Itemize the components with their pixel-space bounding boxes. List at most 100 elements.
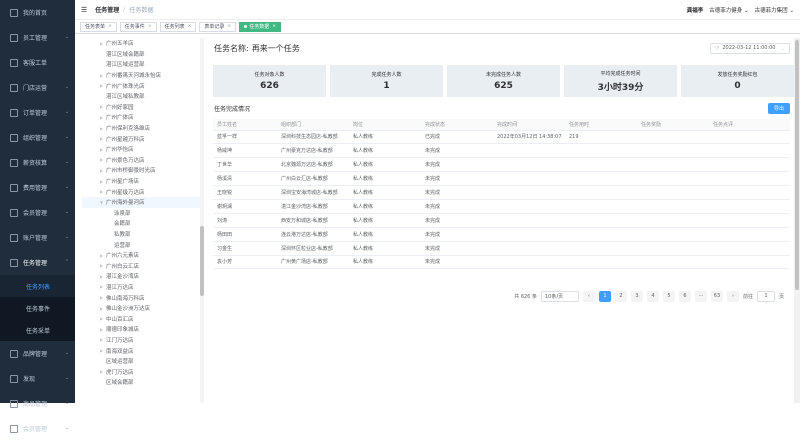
sidebar-item-salary[interactable]: 薪资核算 ⌄: [0, 150, 75, 175]
tree-node[interactable]: ▶ 佛山金沙洲万达店: [82, 303, 200, 314]
next-page-button[interactable]: ›: [726, 290, 739, 302]
sidebar-sub-task-forms[interactable]: 任务采单: [0, 319, 75, 341]
table-row[interactable]: 杨溪清 广州白云汇店-私教部 私人教练 未完成: [213, 171, 790, 187]
tree-node[interactable]: 区域运营部: [82, 356, 200, 367]
table-row[interactable]: 刘涛 西安万和城店-私教部 私人教练 未完成: [213, 213, 790, 228]
col-header[interactable]: 完成状态: [421, 119, 493, 131]
page-button-6[interactable]: 6: [678, 290, 691, 302]
col-header[interactable]: 任务用时: [565, 119, 637, 131]
page-button-2[interactable]: 2: [614, 290, 627, 302]
sidebar-item-member[interactable]: 会员管理 ⌄: [0, 200, 75, 225]
tree-node[interactable]: ▶ 湛江金沙湾店: [82, 271, 200, 282]
tree-node[interactable]: ▶ 广州好家园: [82, 102, 200, 113]
sidebar-item-expense[interactable]: 费用管理 ⌄: [0, 175, 75, 200]
close-icon[interactable]: ×: [227, 23, 231, 31]
tree-node[interactable]: 泳泉部: [82, 208, 200, 219]
tree-node[interactable]: ▶ 中山百汇店: [82, 313, 200, 324]
page-button-63[interactable]: 63: [710, 290, 723, 302]
table-row[interactable]: 丁世华 北京魏源万达店-私教部 私人教练 未完成: [213, 157, 790, 173]
close-icon[interactable]: ×: [108, 23, 112, 31]
table-row[interactable]: 蓝孚一样 深圳科技生态园店-私教部 私人教练 已完成 2022年03月12日 14:38…: [213, 130, 790, 145]
prev-page-button[interactable]: ‹: [582, 290, 595, 302]
sidebar-item-member2[interactable]: 会员管理 ⌄: [0, 416, 75, 441]
goto-page-input[interactable]: 1: [756, 290, 775, 302]
sidebar-item-discover[interactable]: 发现 ⌄: [0, 366, 75, 391]
tree-scrollbar-thumb[interactable]: [200, 226, 204, 296]
sidebar-item-home[interactable]: 我的首页: [0, 0, 75, 25]
tree-node[interactable]: ▶ 佛山南海万科店: [82, 292, 200, 303]
sidebar-item-brand[interactable]: 品牌管理 ⌄: [0, 341, 75, 366]
sidebar-item-tickets[interactable]: 客服工单: [0, 50, 75, 75]
tree-scrollbar[interactable]: [200, 38, 204, 403]
org-switcher-1[interactable]: 古德菲力健身 ⌄: [709, 6, 748, 14]
sidebar-item-orders[interactable]: 订单管理 ⌄: [0, 100, 75, 125]
tree-node[interactable]: ▶ 广州广体珠光店: [82, 80, 200, 91]
col-header[interactable]: 任务点评: [709, 119, 790, 131]
page-button-3[interactable]: 3: [630, 290, 643, 302]
tree-node[interactable]: ▶ 广州五羊店: [82, 38, 200, 49]
tree-node[interactable]: 会籍部: [82, 218, 200, 229]
col-header[interactable]: 员工姓名: [213, 119, 277, 131]
tree-node[interactable]: 湛江区域私教部: [82, 91, 200, 102]
tree-node[interactable]: ▶ 虎门万达店: [82, 366, 200, 377]
tree-node[interactable]: ▶ 广州景色万达店: [82, 155, 200, 166]
tree-node[interactable]: ▶ 顺德印象城店: [82, 324, 200, 335]
tab-task-events[interactable]: 任务事件 ×: [119, 21, 157, 32]
tree-node[interactable]: ▶ 广州六元素店: [82, 250, 200, 261]
tab-task-form[interactable]: 任务表单 ×: [80, 21, 117, 32]
close-icon[interactable]: ×: [272, 23, 276, 31]
table-row[interactable]: 习金生 深圳怀区粒业店-私教部 私人教练 未完成: [213, 241, 790, 256]
tree-node[interactable]: 私教部: [82, 229, 200, 240]
tree-node[interactable]: ▶ 广州华怡店: [82, 144, 200, 155]
table-row[interactable]: 杨威坤 广州豪克万达店-私教部 私人教练 未完成: [213, 143, 790, 159]
table-row[interactable]: 袁小芳 广州黄广场店-私教部 私人教练 未完成: [213, 255, 790, 270]
close-icon[interactable]: ×: [148, 23, 152, 31]
tree-node[interactable]: ▶ 湛江万达店: [82, 282, 200, 293]
user-name[interactable]: 龚福李: [687, 6, 704, 14]
org-switcher-2[interactable]: 古德菲力集团 ⌄: [755, 6, 794, 14]
tab-form-records[interactable]: 表单记录 ×: [199, 21, 237, 32]
sidebar-item-store[interactable]: 门店运营 ⌄: [0, 75, 75, 100]
tab-task-data[interactable]: 任务数据 ×: [239, 21, 281, 32]
tree-node[interactable]: ▶ 广州番禺天河城永怡店: [82, 70, 200, 81]
page-button-1[interactable]: 1: [598, 290, 611, 302]
close-icon[interactable]: ×: [188, 23, 192, 31]
col-header[interactable]: 完成时间: [493, 119, 565, 131]
tree-node[interactable]: ▶ 广州星越万科店: [82, 133, 200, 144]
page-button-5[interactable]: 5: [662, 290, 675, 302]
tree-node[interactable]: 区域会籍部: [82, 377, 200, 388]
tree-node[interactable]: ▶ 广州星级万达店: [82, 186, 200, 197]
tree-node[interactable]: 湛江区域会籍部: [82, 49, 200, 60]
table-row[interactable]: 杨田田 连云港万达店-私教部 私人教练 未完成: [213, 227, 790, 242]
sidebar-sub-task-events[interactable]: 任务事件: [0, 297, 75, 319]
tree-node[interactable]: 运营部: [82, 239, 200, 250]
page-size-select[interactable]: 10条/页 ⌄: [540, 290, 579, 302]
tree-node[interactable]: 湛江区域运营部: [82, 59, 200, 70]
page-ellipsis[interactable]: ···: [694, 290, 707, 302]
page-scrollbar[interactable]: [794, 38, 800, 403]
hamburger-icon[interactable]: ☰: [81, 6, 87, 14]
tree-node[interactable]: ▶ 广州市桥御景时光店: [82, 165, 200, 176]
export-button[interactable]: 导出: [768, 102, 790, 114]
breadcrumb-parent[interactable]: 任务管理: [95, 5, 119, 14]
col-header[interactable]: 组织部门: [277, 119, 349, 131]
page-button-4[interactable]: 4: [646, 290, 659, 302]
tree-node[interactable]: ▶ 江门万达店: [82, 335, 200, 346]
tree-node[interactable]: ▶ 南海双益店: [82, 345, 200, 356]
sidebar-item-staff[interactable]: 员工管理 ⌄: [0, 25, 75, 50]
tree-node-selected[interactable]: ▼ 广州海外曼河店: [82, 196, 200, 208]
tab-task-list[interactable]: 任务列表 ×: [159, 21, 197, 32]
table-row[interactable]: 王晓锐 深圳宝安海湾城店-私教部 私人教练 未完成: [213, 185, 790, 200]
col-header[interactable]: 岗位: [349, 119, 421, 131]
tree-node[interactable]: ▶ 广州白云汇店: [82, 260, 200, 271]
sidebar-item-org[interactable]: 组织管理 ⌄: [0, 125, 75, 150]
page-scrollbar-thumb[interactable]: [795, 40, 799, 290]
sidebar-item-tasks[interactable]: 任务管理 ⌃: [0, 250, 75, 275]
sidebar-sub-task-list[interactable]: 任务列表: [0, 275, 75, 297]
tree-node[interactable]: ▶ 广州广体店: [82, 112, 200, 123]
date-select[interactable]: ◷ 2022-03-12 11:00:00 ⌄: [710, 42, 790, 54]
col-header[interactable]: 任务奖励: [637, 119, 709, 131]
table-row[interactable]: 谢玥澜 湛江金沙湾店-私教部 私人教练 未完成: [213, 199, 790, 214]
sidebar-item-goods[interactable]: 商品管理 ⌄: [0, 391, 75, 416]
tree-node[interactable]: ▶ 广州星广场店: [82, 176, 200, 187]
